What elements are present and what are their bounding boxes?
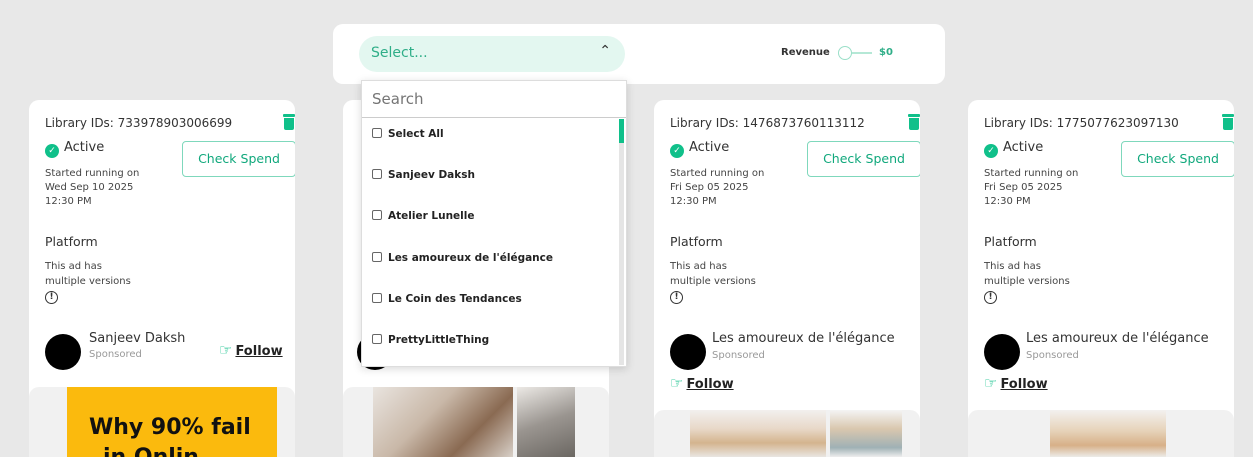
select-placeholder: Select... <box>371 45 428 61</box>
check-spend-button[interactable]: Check Spend <box>1121 141 1234 177</box>
versions-note: This ad has multiple versions <box>984 261 1070 287</box>
advertiser-select[interactable]: Select... ⌃ <box>359 36 625 72</box>
ad-creative[interactable]: Why 90% fail in Onlin <box>29 387 295 457</box>
option-atelier-lunelle[interactable]: Atelier Lunelle <box>372 210 475 222</box>
avatar <box>45 334 81 370</box>
checkbox[interactable] <box>372 210 382 220</box>
option-le-coin-des-tendances[interactable]: Le Coin des Tendances <box>372 293 522 305</box>
advertiser-dropdown: Select All Sanjeev Daksh Atelier Lunelle… <box>361 80 627 367</box>
creative-photo <box>830 410 902 457</box>
dropdown-scroll-thumb[interactable] <box>619 119 624 143</box>
hand-pointer-icon: ☞ <box>219 341 233 359</box>
revenue-label: Revenue <box>781 47 830 58</box>
sponsored-label: Sponsored <box>89 349 142 360</box>
library-id: Library IDs: 733978903006699 <box>45 116 233 130</box>
platform-label: Platform <box>670 234 723 249</box>
creative-photo <box>1050 410 1166 457</box>
trash-icon[interactable] <box>1222 114 1234 130</box>
chevron-up-icon[interactable]: ⌃ <box>599 43 611 59</box>
dropdown-search-input[interactable] <box>362 81 626 118</box>
revenue-value: $0 <box>879 47 893 58</box>
option-prettylittlething[interactable]: PrettyLittleThing <box>372 334 489 346</box>
follow-button[interactable]: ☞ Follow <box>219 341 283 359</box>
platform-label: Platform <box>45 234 98 249</box>
ad-card: Library IDs: 1476873760113112 ✓ Active St… <box>654 100 920 457</box>
check-circle-icon: ✓ <box>984 144 998 158</box>
sponsored-label: Sponsored <box>1026 350 1079 361</box>
status-active: ✓ Active <box>984 140 1043 158</box>
hand-pointer-icon: ☞ <box>984 374 998 392</box>
ad-card: Library IDs: 1775077623097130 ✓ Active St… <box>968 100 1234 457</box>
checkbox[interactable] <box>372 169 382 179</box>
check-spend-button[interactable]: Check Spend <box>182 141 295 177</box>
started-running: Started running on Fri Sep 05 2025 12:30… <box>984 168 1079 207</box>
avatar <box>984 334 1020 370</box>
follow-button[interactable]: ☞ Follow <box>670 374 734 392</box>
info-icon[interactable]: ! <box>670 291 683 304</box>
info-icon[interactable]: ! <box>45 291 58 304</box>
slider-knob[interactable] <box>838 46 852 60</box>
platform-label: Platform <box>984 234 1037 249</box>
option-sanjeev-daksh[interactable]: Sanjeev Daksh <box>372 169 475 181</box>
follow-button[interactable]: ☞ Follow <box>984 374 1048 392</box>
dropdown-scrollbar[interactable] <box>619 119 624 365</box>
creative-photo <box>517 387 575 457</box>
check-spend-button[interactable]: Check Spend <box>807 141 920 177</box>
sponsored-label: Sponsored <box>712 350 765 361</box>
info-icon[interactable]: ! <box>984 291 997 304</box>
option-select-all[interactable]: Select All <box>372 128 444 140</box>
versions-note: This ad has multiple versions <box>45 261 131 287</box>
checkbox[interactable] <box>372 128 382 138</box>
creative-headline-2: in Onlin <box>103 445 199 457</box>
creative-photo <box>373 387 513 457</box>
advertiser-name[interactable]: Les amoureux de l'élégance <box>712 331 895 346</box>
slider-track[interactable] <box>852 52 872 54</box>
creative-headline: Why 90% fail <box>89 415 251 440</box>
started-running: Started running on Fri Sep 05 2025 12:30… <box>670 168 765 207</box>
checkbox[interactable] <box>372 252 382 262</box>
versions-note: This ad has multiple versions <box>670 261 756 287</box>
ad-card: Library IDs: 733978903006699 ✓ Active Sta… <box>29 100 295 457</box>
advertiser-name[interactable]: Sanjeev Daksh <box>89 331 185 346</box>
advertiser-name[interactable]: Les amoureux de l'élégance <box>1026 331 1209 346</box>
check-circle-icon: ✓ <box>45 144 59 158</box>
filter-bar: Select... ⌃ Revenue $0 <box>333 24 945 84</box>
status-active: ✓ Active <box>45 140 104 158</box>
checkbox[interactable] <box>372 334 382 344</box>
started-running: Started running on Wed Sep 10 2025 12:30… <box>45 168 140 207</box>
trash-icon[interactable] <box>283 114 295 130</box>
revenue-slider[interactable] <box>838 46 874 60</box>
trash-icon[interactable] <box>908 114 920 130</box>
status-active: ✓ Active <box>670 140 729 158</box>
creative-photo <box>690 410 826 457</box>
ad-creative[interactable] <box>968 410 1234 457</box>
ad-creative[interactable] <box>343 387 609 457</box>
ad-creative[interactable] <box>654 410 920 457</box>
creative-banner: Why 90% fail in Onlin <box>67 387 277 457</box>
check-circle-icon: ✓ <box>670 144 684 158</box>
avatar <box>670 334 706 370</box>
option-les-amoureux[interactable]: Les amoureux de l'élégance <box>372 252 553 264</box>
library-id: Library IDs: 1775077623097130 <box>984 116 1179 130</box>
library-id: Library IDs: 1476873760113112 <box>670 116 865 130</box>
checkbox[interactable] <box>372 293 382 303</box>
hand-pointer-icon: ☞ <box>670 374 684 392</box>
